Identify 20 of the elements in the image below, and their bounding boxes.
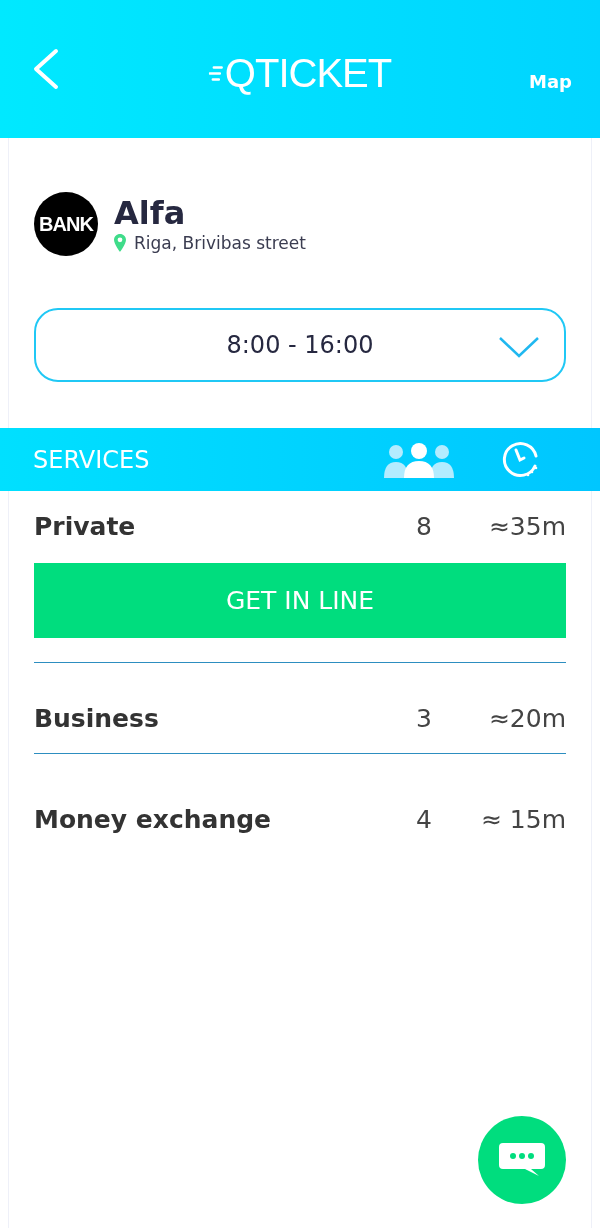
service-name[interactable]: Business [34, 703, 416, 733]
speed-lines-icon [208, 65, 223, 81]
people-icon [384, 441, 454, 478]
queue-count: 4 [416, 804, 433, 834]
chat-bubble-icon [499, 1143, 545, 1177]
chevron-down-icon [498, 336, 540, 358]
hours-dropdown[interactable]: 8:00 - 16:00 [34, 308, 566, 382]
branch-name: Alfa [114, 195, 187, 231]
wait-time: ≈35m [487, 511, 566, 541]
service-name[interactable]: Private [34, 511, 416, 541]
bank-logo: BANK [34, 192, 98, 256]
queue-count: 3 [416, 703, 433, 733]
location-pin-icon [114, 234, 126, 252]
wait-time: ≈ 15m [479, 804, 566, 834]
service-name[interactable]: Money exchange [34, 804, 416, 834]
wait-time: ≈20m [487, 703, 566, 733]
branch-address: Riga, Brivibas street [134, 233, 306, 253]
queue-count: 8 [416, 511, 433, 541]
services-title: SERVICES [33, 445, 151, 474]
logo: QTICKET [224, 50, 392, 96]
